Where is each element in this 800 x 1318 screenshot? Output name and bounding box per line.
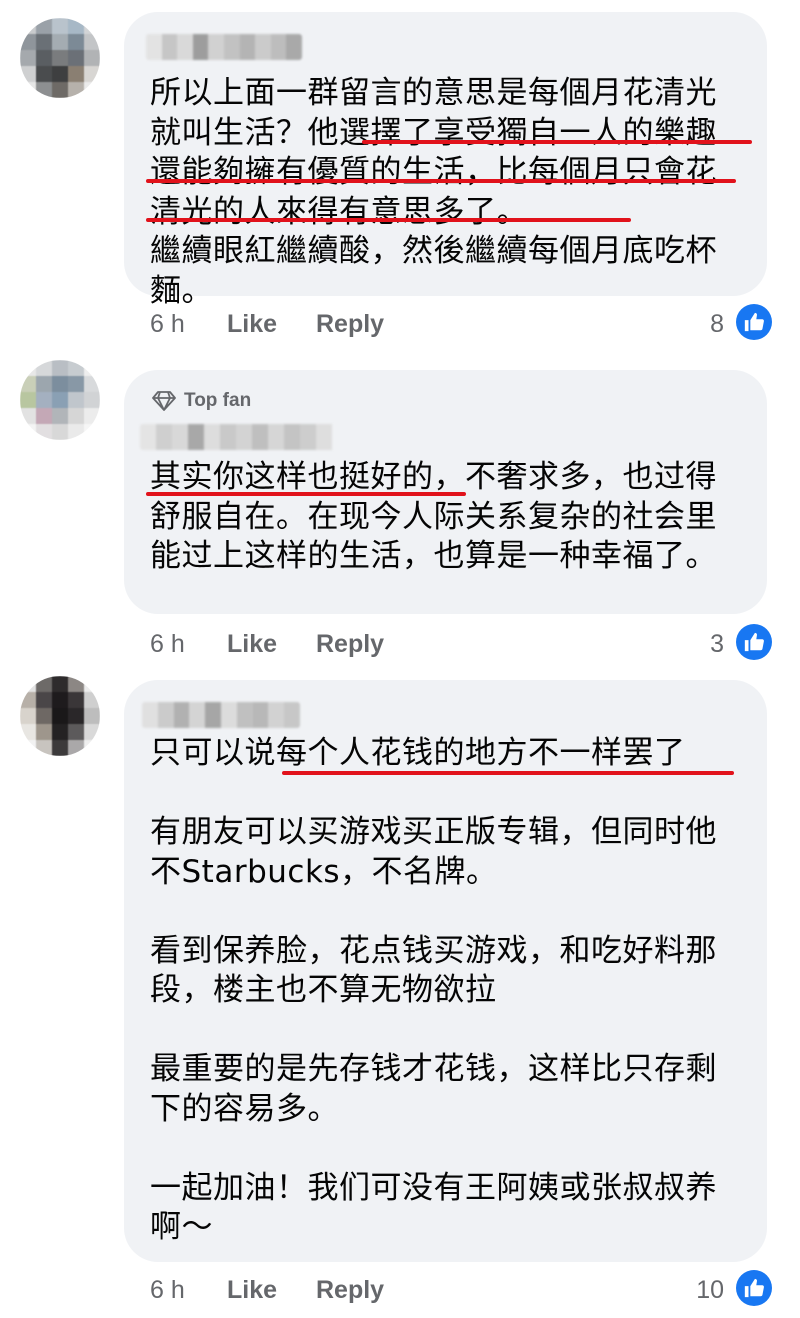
comment-actions: 6 h Like Reply 10 [150,1270,780,1310]
comment-text: 只可以说每个人花钱的地方不一样罢了 有朋友可以买游戏买正版专辑，但同时他不Sta… [150,735,717,1245]
top-fan-badge: Top fan [152,390,251,412]
comment-bubble: 只可以说每个人花钱的地方不一样罢了 有朋友可以买游戏买正版专辑，但同时他不Sta… [124,680,767,1262]
top-fan-label: Top fan [184,390,252,411]
reply-button[interactable]: Reply [316,310,384,339]
red-underline [146,218,631,222]
timestamp[interactable]: 6 h [150,1276,185,1305]
blurred-avatar-image [20,676,100,756]
thumbs-up-icon[interactable] [736,1270,772,1306]
comment-bubble: Top fan 其实你这样也挺好的，不奢求多，也过得舒服自在。在现今人际关系复杂… [124,370,767,614]
like-button[interactable]: Like [227,630,277,659]
like-button[interactable]: Like [227,310,277,339]
diamond-icon [152,391,176,411]
avatar[interactable] [20,676,100,756]
thumbs-up-icon[interactable] [736,624,772,660]
thumbs-up-icon[interactable] [736,304,772,340]
red-underline [146,492,466,496]
red-underline [146,179,736,183]
reaction-count[interactable]: 10 [696,1276,724,1305]
reaction-count[interactable]: 3 [710,630,724,659]
comment-bubble: 所以上面一群留言的意思是每個月花清光就叫生活？他選擇了享受獨自一人的樂趣還能夠擁… [124,12,767,309]
blurred-author-name[interactable] [146,34,302,60]
red-underline [362,140,752,144]
reply-button[interactable]: Reply [316,1276,384,1305]
blurred-avatar-image [20,360,100,440]
like-button[interactable]: Like [227,1276,277,1305]
comment-actions: 6 h Like Reply 8 [150,304,780,344]
blurred-author-name[interactable] [140,424,340,450]
timestamp[interactable]: 6 h [150,310,185,339]
comment-text: 所以上面一群留言的意思是每個月花清光就叫生活？他選擇了享受獨自一人的樂趣還能夠擁… [150,75,717,309]
comment-text: 其实你这样也挺好的，不奢求多，也过得舒服自在。在现今人际关系复杂的社会里能过上这… [150,459,717,574]
timestamp[interactable]: 6 h [150,630,185,659]
blurred-avatar-image [20,18,100,98]
reaction-count[interactable]: 8 [710,310,724,339]
blurred-author-name[interactable] [142,702,300,728]
avatar[interactable] [20,18,100,98]
red-underline [282,771,734,775]
comment-actions: 6 h Like Reply 3 [150,624,780,664]
avatar[interactable] [20,360,100,440]
reply-button[interactable]: Reply [316,630,384,659]
